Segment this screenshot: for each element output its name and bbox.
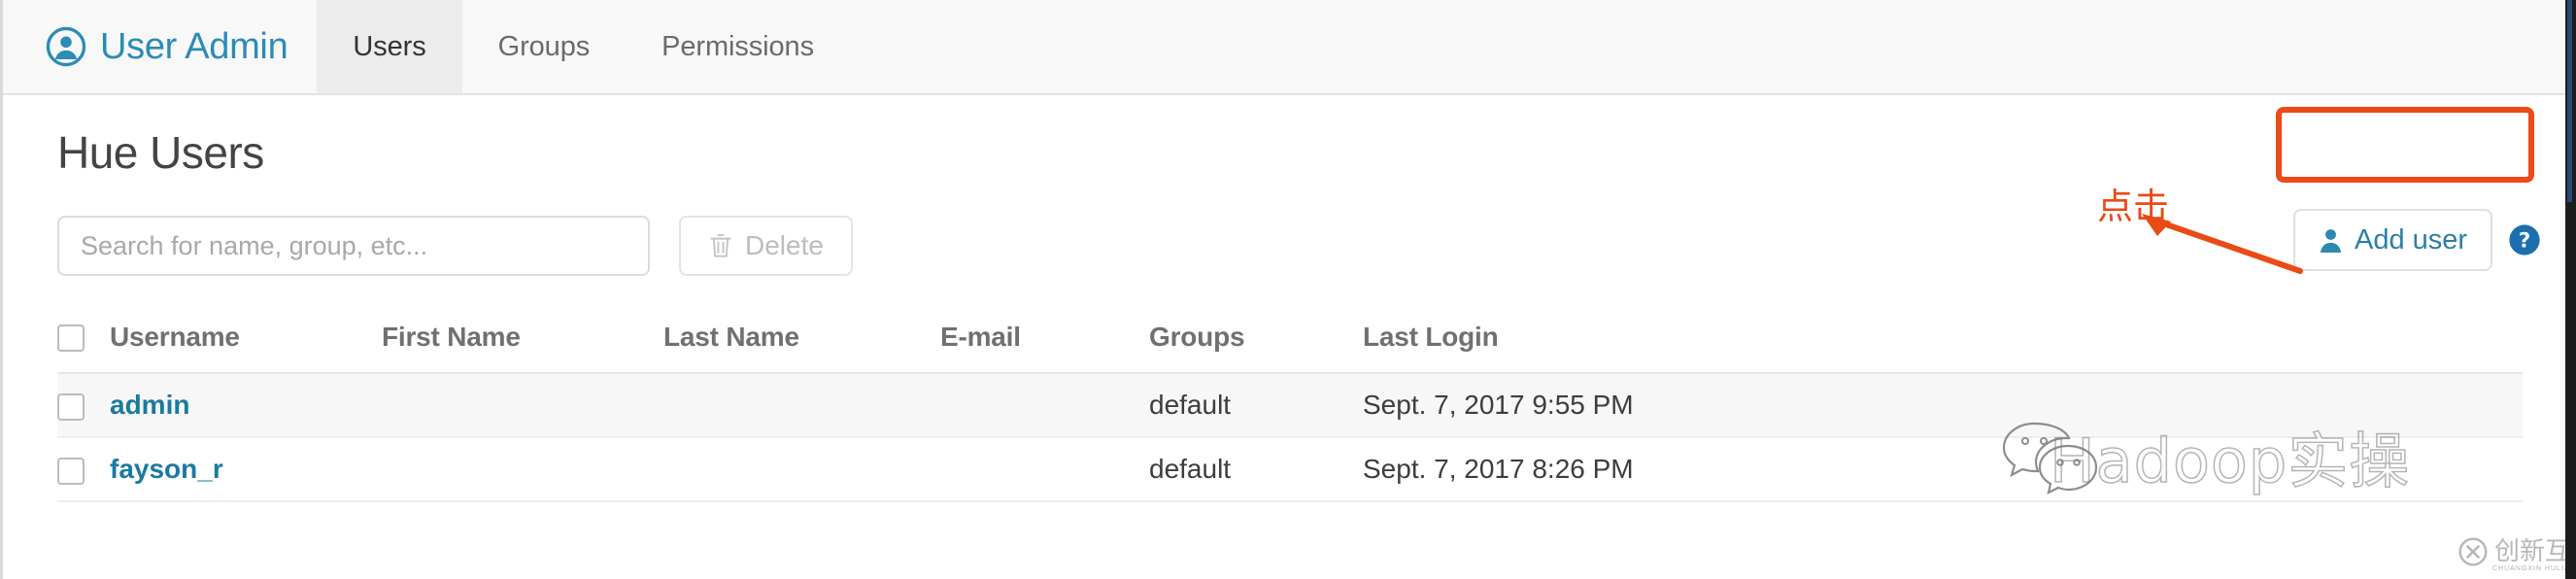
cell-first-name xyxy=(382,373,663,437)
table-toolbar: Delete xyxy=(57,216,853,276)
brand-label: User Admin xyxy=(100,25,288,67)
cell-last-name xyxy=(663,437,940,501)
tab-permissions[interactable]: Permissions xyxy=(626,0,850,93)
user-admin-page: User Admin Users Groups Permissions Hue … xyxy=(0,0,2576,579)
cell-first-name xyxy=(382,437,663,501)
svg-text:?: ? xyxy=(2519,229,2530,254)
user-link[interactable]: fayson_r xyxy=(110,454,223,484)
cell-groups: default xyxy=(1149,454,1232,484)
table-header: Username First Name Last Name E-mail Gro… xyxy=(57,301,2523,374)
row-checkbox[interactable] xyxy=(57,457,85,485)
page-title: Hue Users xyxy=(57,127,264,178)
add-user-label: Add user xyxy=(2355,223,2468,255)
brand-watermark-logo: 创新互联 xyxy=(2458,537,2576,566)
delete-button[interactable]: Delete xyxy=(679,216,853,276)
select-all-checkbox[interactable] xyxy=(57,324,85,353)
cell-groups: default xyxy=(1149,390,1232,420)
question-mark-circle-icon[interactable]: ? xyxy=(2508,223,2541,256)
cell-last-login: Sept. 7, 2017 9:55 PM xyxy=(1363,390,1634,420)
trash-icon xyxy=(710,234,731,257)
cell-email xyxy=(940,437,1149,501)
cell-last-login: Sept. 7, 2017 8:26 PM xyxy=(1363,454,1634,484)
table-row[interactable]: admin default Sept. 7, 2017 9:55 PM xyxy=(57,373,2523,437)
tab-permissions-label: Permissions xyxy=(661,30,814,62)
row-checkbox-cell xyxy=(57,373,110,437)
annotation-arrow-icon xyxy=(2142,214,2303,274)
column-last-login[interactable]: Last Login xyxy=(1363,301,2523,374)
cell-email xyxy=(940,373,1149,437)
column-last-name[interactable]: Last Name xyxy=(663,301,940,374)
person-icon xyxy=(2320,228,2342,253)
tab-users-label: Users xyxy=(353,30,426,62)
cell-username: admin xyxy=(110,373,382,437)
column-first-name[interactable]: First Name xyxy=(382,301,663,374)
cell-last-name xyxy=(663,373,940,437)
brand-watermark-subtext: CHUANGXIN HULIAN xyxy=(2492,565,2576,572)
circle-x-logo-icon xyxy=(2458,537,2488,566)
cell-username: fayson_r xyxy=(110,437,382,501)
column-groups[interactable]: Groups xyxy=(1149,301,1363,374)
users-table: Username First Name Last Name E-mail Gro… xyxy=(57,301,2523,502)
add-user-cluster: Add user ? xyxy=(2293,209,2541,271)
table-header-row: Username First Name Last Name E-mail Gro… xyxy=(57,301,2523,374)
row-checkbox[interactable] xyxy=(57,392,85,421)
top-navbar: User Admin Users Groups Permissions xyxy=(3,0,2568,95)
delete-label: Delete xyxy=(745,230,824,260)
tab-groups-label: Groups xyxy=(497,30,591,62)
annotation-highlight-box xyxy=(2276,107,2534,183)
row-checkbox-cell xyxy=(57,437,110,501)
table-body: admin default Sept. 7, 2017 9:55 PM fays… xyxy=(57,373,2523,501)
column-email[interactable]: E-mail xyxy=(940,301,1149,374)
user-circle-icon xyxy=(46,26,86,67)
tab-users[interactable]: Users xyxy=(317,0,462,93)
user-link[interactable]: admin xyxy=(110,390,189,420)
add-user-button[interactable]: Add user xyxy=(2293,209,2493,271)
brand-watermark-text: 创新互联 xyxy=(2494,537,2576,566)
window-right-edge-accent xyxy=(2567,0,2572,202)
table-row[interactable]: fayson_r default Sept. 7, 2017 8:26 PM xyxy=(57,437,2523,501)
column-username[interactable]: Username xyxy=(110,301,382,374)
tab-groups[interactable]: Groups xyxy=(462,0,627,93)
nav-tabs: Users Groups Permissions xyxy=(317,0,850,93)
brand-user-admin[interactable]: User Admin xyxy=(3,0,317,93)
select-all-cell xyxy=(57,301,110,374)
search-input[interactable] xyxy=(57,216,650,276)
